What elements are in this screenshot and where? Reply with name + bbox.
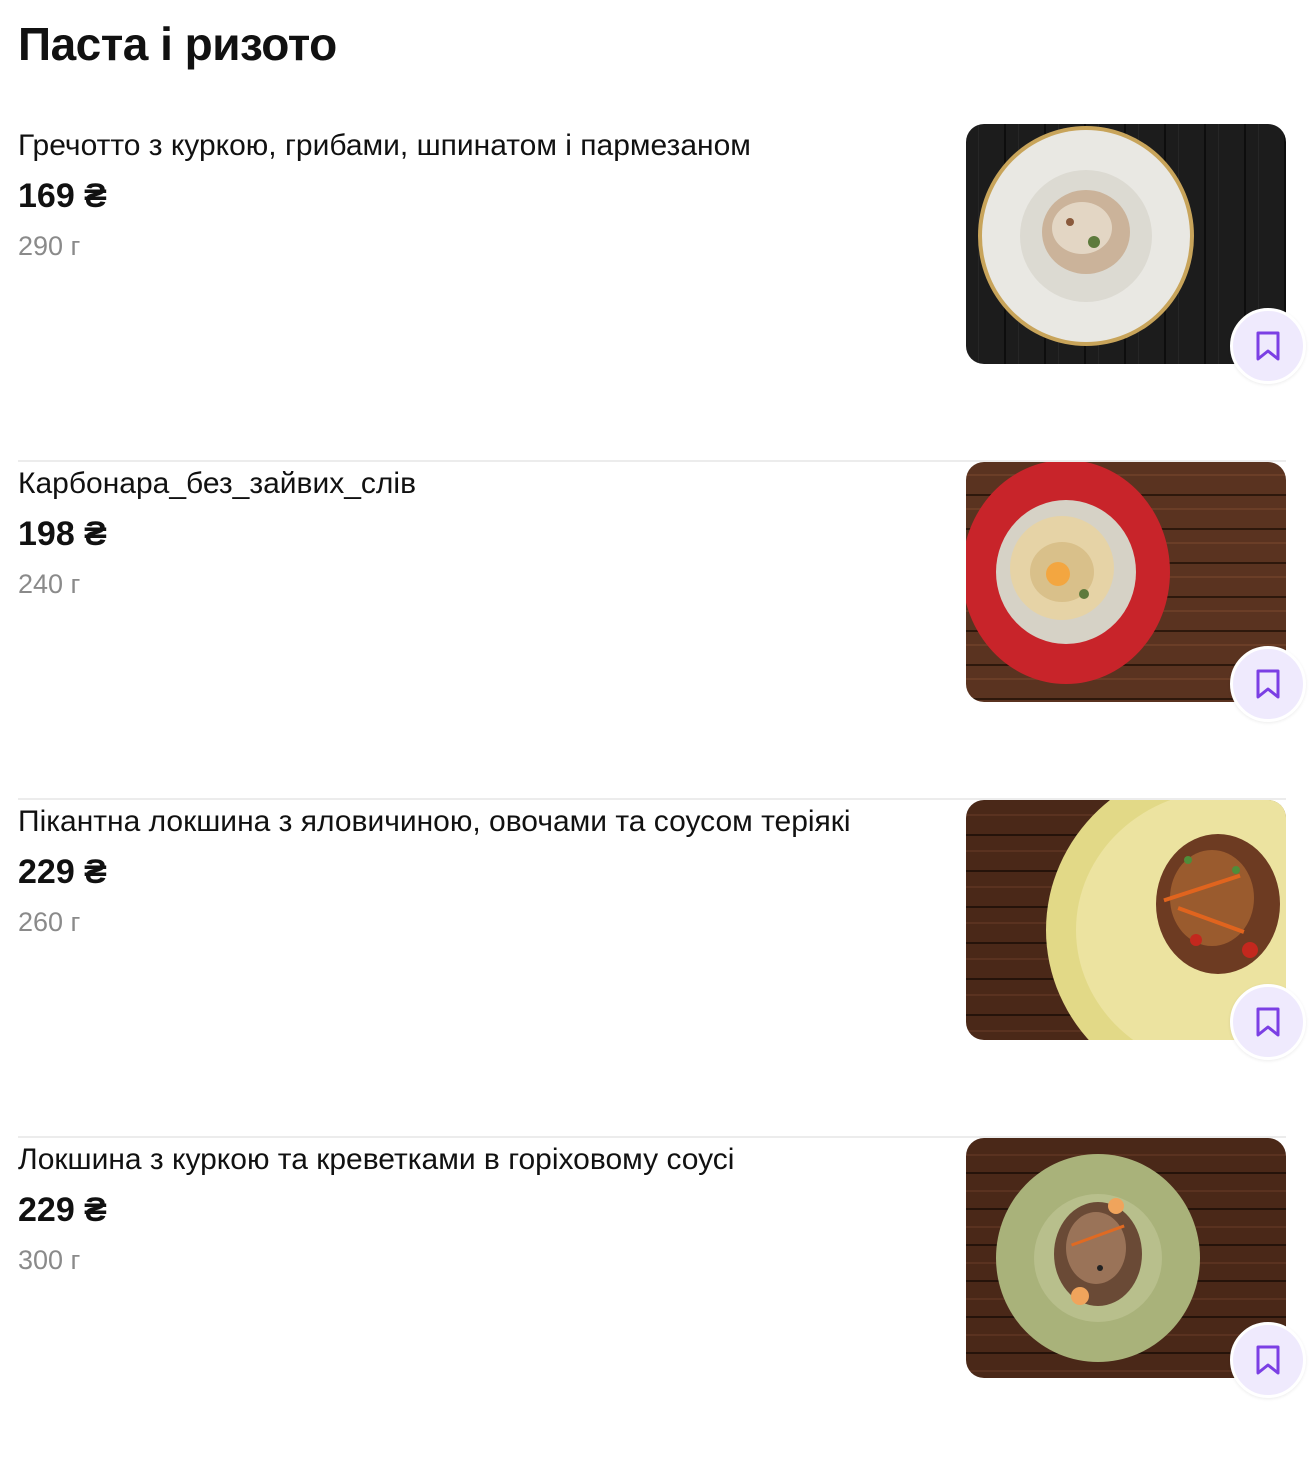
menu-item[interactable]: Гречотто з куркою, грибами, шпинатом і п… — [18, 124, 1306, 462]
item-weight: 300 г — [18, 1245, 81, 1275]
menu-item[interactable]: Локшина з куркою та креветками в горіхов… — [18, 1138, 1306, 1476]
favorite-button[interactable] — [1230, 1322, 1306, 1398]
item-name[interactable]: Пікантна локшина з яловичиною, овочами т… — [18, 800, 938, 844]
section-title: Паста і ризото — [18, 18, 337, 70]
bookmark-icon — [1256, 1345, 1280, 1375]
item-weight: 240 г — [18, 569, 81, 599]
item-name[interactable]: Гречотто з куркою, грибами, шпинатом і п… — [18, 124, 938, 168]
item-price: 169 ₴ — [18, 177, 107, 215]
bookmark-icon — [1256, 331, 1280, 361]
item-price: 198 ₴ — [18, 515, 107, 553]
menu-item[interactable]: Карбонара_без_зайвих_слів 198 ₴ 240 г — [18, 462, 1306, 800]
favorite-button[interactable] — [1230, 984, 1306, 1060]
item-price: 229 ₴ — [18, 853, 107, 891]
item-weight: 290 г — [18, 231, 81, 261]
menu-section: Паста і ризото Гречотто з куркою, грибам… — [0, 0, 1316, 1402]
item-name[interactable]: Карбонара_без_зайвих_слів — [18, 462, 938, 506]
menu-item[interactable]: Пікантна локшина з яловичиною, овочами т… — [18, 800, 1306, 1138]
item-price: 229 ₴ — [18, 1191, 107, 1229]
favorite-button[interactable] — [1230, 308, 1306, 384]
item-name[interactable]: Локшина з куркою та креветками в горіхов… — [18, 1138, 938, 1182]
bookmark-icon — [1256, 669, 1280, 699]
item-weight: 260 г — [18, 907, 81, 937]
favorite-button[interactable] — [1230, 646, 1306, 722]
bookmark-icon — [1256, 1007, 1280, 1037]
